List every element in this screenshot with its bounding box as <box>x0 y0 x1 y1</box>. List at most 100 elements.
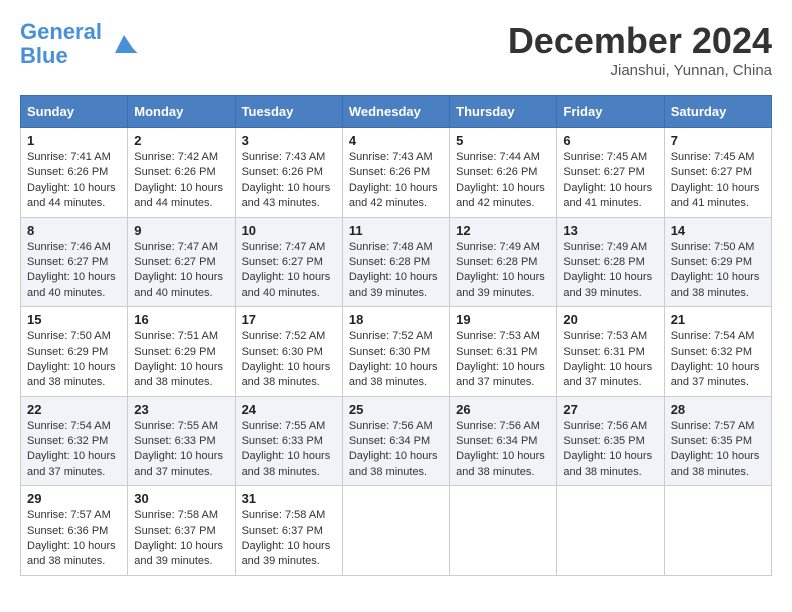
calendar-cell: 16 Sunrise: 7:51 AMSunset: 6:29 PMDayligh… <box>128 307 235 397</box>
day-detail: Sunrise: 7:47 AMSunset: 6:27 PMDaylight:… <box>134 240 228 302</box>
day-number: 1 <box>27 133 121 148</box>
calendar-cell: 5 Sunrise: 7:44 AMSunset: 6:26 PMDaylight… <box>450 128 557 218</box>
day-detail: Sunrise: 7:53 AMSunset: 6:31 PMDaylight:… <box>456 329 550 391</box>
weekday-header-wednesday: Wednesday <box>342 96 449 128</box>
calendar-cell: 21 Sunrise: 7:54 AMSunset: 6:32 PMDayligh… <box>664 307 771 397</box>
day-detail: Sunrise: 7:57 AMSunset: 6:36 PMDaylight:… <box>27 508 121 570</box>
calendar-cell: 8 Sunrise: 7:46 AMSunset: 6:27 PMDaylight… <box>21 217 128 307</box>
weekday-header-tuesday: Tuesday <box>235 96 342 128</box>
day-detail: Sunrise: 7:52 AMSunset: 6:30 PMDaylight:… <box>349 329 443 391</box>
day-detail: Sunrise: 7:58 AMSunset: 6:37 PMDaylight:… <box>134 508 228 570</box>
calendar-cell: 12Sunrise: 7:49 AMSunset: 6:28 PMDayligh… <box>450 217 557 307</box>
calendar-cell: 24 Sunrise: 7:55 AMSunset: 6:33 PMDayligh… <box>235 396 342 486</box>
day-number: 24 <box>242 402 336 417</box>
day-number: 13 <box>563 223 657 238</box>
day-number: 20 <box>563 312 657 327</box>
day-number: 19 <box>456 312 550 327</box>
day-detail: Sunrise: 7:57 AMSunset: 6:35 PMDaylight:… <box>671 419 765 481</box>
day-number: 10 <box>242 223 336 238</box>
calendar-cell: 29 Sunrise: 7:57 AMSunset: 6:36 PMDayligh… <box>21 486 128 576</box>
day-detail: Sunrise: 7:47 AMSunset: 6:27 PMDaylight:… <box>242 240 336 302</box>
day-number: 8 <box>27 223 121 238</box>
day-number: 6 <box>563 133 657 148</box>
calendar-cell: 2 Sunrise: 7:42 AMSunset: 6:26 PMDaylight… <box>128 128 235 218</box>
weekday-header-row: SundayMondayTuesdayWednesdayThursdayFrid… <box>21 96 772 128</box>
calendar-table: SundayMondayTuesdayWednesdayThursdayFrid… <box>20 95 772 576</box>
calendar-cell: 9 Sunrise: 7:47 AMSunset: 6:27 PMDaylight… <box>128 217 235 307</box>
title-block: December 2024 Jianshui, Yunnan, China <box>508 20 772 79</box>
day-number: 9 <box>134 223 228 238</box>
calendar-week-1: 1 Sunrise: 7:41 AMSunset: 6:26 PMDaylight… <box>21 128 772 218</box>
calendar-cell <box>342 486 449 576</box>
day-number: 3 <box>242 133 336 148</box>
day-number: 28 <box>671 402 765 417</box>
day-number: 2 <box>134 133 228 148</box>
day-number: 23 <box>134 402 228 417</box>
month-title: December 2024 <box>508 20 772 62</box>
day-detail: Sunrise: 7:43 AMSunset: 6:26 PMDaylight:… <box>349 150 443 212</box>
calendar-cell: 4Sunrise: 7:43 AMSunset: 6:26 PMDaylight… <box>342 128 449 218</box>
logo-text: General Blue <box>20 20 102 68</box>
calendar-cell: 14Sunrise: 7:50 AMSunset: 6:29 PMDayligh… <box>664 217 771 307</box>
day-number: 16 <box>134 312 228 327</box>
calendar-cell: 22 Sunrise: 7:54 AMSunset: 6:32 PMDayligh… <box>21 396 128 486</box>
location: Jianshui, Yunnan, China <box>508 62 772 79</box>
day-detail: Sunrise: 7:56 AMSunset: 6:34 PMDaylight:… <box>349 419 443 481</box>
day-number: 25 <box>349 402 443 417</box>
logo-icon <box>106 26 142 62</box>
calendar-cell: 7 Sunrise: 7:45 AMSunset: 6:27 PMDaylight… <box>664 128 771 218</box>
calendar-cell: 27Sunrise: 7:56 AMSunset: 6:35 PMDayligh… <box>557 396 664 486</box>
calendar-cell: 31Sunrise: 7:58 AMSunset: 6:37 PMDayligh… <box>235 486 342 576</box>
calendar-week-3: 15Sunrise: 7:50 AMSunset: 6:29 PMDayligh… <box>21 307 772 397</box>
day-detail: Sunrise: 7:52 AMSunset: 6:30 PMDaylight:… <box>242 329 336 391</box>
day-detail: Sunrise: 7:54 AMSunset: 6:32 PMDaylight:… <box>27 419 121 481</box>
header: General Blue December 2024 Jianshui, Yun… <box>20 20 772 79</box>
calendar-cell: 25 Sunrise: 7:56 AMSunset: 6:34 PMDayligh… <box>342 396 449 486</box>
calendar-cell: 20 Sunrise: 7:53 AMSunset: 6:31 PMDayligh… <box>557 307 664 397</box>
day-number: 30 <box>134 491 228 506</box>
calendar-cell: 3 Sunrise: 7:43 AMSunset: 6:26 PMDaylight… <box>235 128 342 218</box>
calendar-cell: 30 Sunrise: 7:58 AMSunset: 6:37 PMDayligh… <box>128 486 235 576</box>
calendar-cell: 6 Sunrise: 7:45 AMSunset: 6:27 PMDaylight… <box>557 128 664 218</box>
calendar-cell: 17Sunrise: 7:52 AMSunset: 6:30 PMDayligh… <box>235 307 342 397</box>
day-number: 11 <box>349 223 443 238</box>
day-number: 27 <box>563 402 657 417</box>
day-detail: Sunrise: 7:46 AMSunset: 6:27 PMDaylight:… <box>27 240 121 302</box>
day-number: 29 <box>27 491 121 506</box>
calendar-cell <box>557 486 664 576</box>
day-number: 31 <box>242 491 336 506</box>
day-detail: Sunrise: 7:44 AMSunset: 6:26 PMDaylight:… <box>456 150 550 212</box>
calendar-cell: 19 Sunrise: 7:53 AMSunset: 6:31 PMDayligh… <box>450 307 557 397</box>
day-number: 22 <box>27 402 121 417</box>
day-detail: Sunrise: 7:42 AMSunset: 6:26 PMDaylight:… <box>134 150 228 212</box>
day-detail: Sunrise: 7:43 AMSunset: 6:26 PMDaylight:… <box>242 150 336 212</box>
calendar-cell: 28 Sunrise: 7:57 AMSunset: 6:35 PMDayligh… <box>664 396 771 486</box>
day-detail: Sunrise: 7:49 AMSunset: 6:28 PMDaylight:… <box>563 240 657 302</box>
day-number: 15 <box>27 312 121 327</box>
day-detail: Sunrise: 7:56 AMSunset: 6:34 PMDaylight:… <box>456 419 550 481</box>
logo: General Blue <box>20 20 142 68</box>
day-detail: Sunrise: 7:41 AMSunset: 6:26 PMDaylight:… <box>27 150 121 212</box>
day-number: 7 <box>671 133 765 148</box>
day-detail: Sunrise: 7:55 AMSunset: 6:33 PMDaylight:… <box>242 419 336 481</box>
calendar-cell: 15Sunrise: 7:50 AMSunset: 6:29 PMDayligh… <box>21 307 128 397</box>
calendar-cell: 13 Sunrise: 7:49 AMSunset: 6:28 PMDayligh… <box>557 217 664 307</box>
calendar-week-4: 22 Sunrise: 7:54 AMSunset: 6:32 PMDayligh… <box>21 396 772 486</box>
calendar-cell: 23Sunrise: 7:55 AMSunset: 6:33 PMDayligh… <box>128 396 235 486</box>
day-detail: Sunrise: 7:48 AMSunset: 6:28 PMDaylight:… <box>349 240 443 302</box>
weekday-header-friday: Friday <box>557 96 664 128</box>
day-number: 26 <box>456 402 550 417</box>
day-number: 14 <box>671 223 765 238</box>
calendar-cell: 11 Sunrise: 7:48 AMSunset: 6:28 PMDayligh… <box>342 217 449 307</box>
day-number: 5 <box>456 133 550 148</box>
day-number: 21 <box>671 312 765 327</box>
day-number: 18 <box>349 312 443 327</box>
calendar-cell: 18 Sunrise: 7:52 AMSunset: 6:30 PMDayligh… <box>342 307 449 397</box>
day-detail: Sunrise: 7:51 AMSunset: 6:29 PMDaylight:… <box>134 329 228 391</box>
day-detail: Sunrise: 7:53 AMSunset: 6:31 PMDaylight:… <box>563 329 657 391</box>
day-detail: Sunrise: 7:45 AMSunset: 6:27 PMDaylight:… <box>563 150 657 212</box>
calendar-cell <box>664 486 771 576</box>
day-detail: Sunrise: 7:45 AMSunset: 6:27 PMDaylight:… <box>671 150 765 212</box>
calendar-week-5: 29 Sunrise: 7:57 AMSunset: 6:36 PMDayligh… <box>21 486 772 576</box>
day-detail: Sunrise: 7:54 AMSunset: 6:32 PMDaylight:… <box>671 329 765 391</box>
